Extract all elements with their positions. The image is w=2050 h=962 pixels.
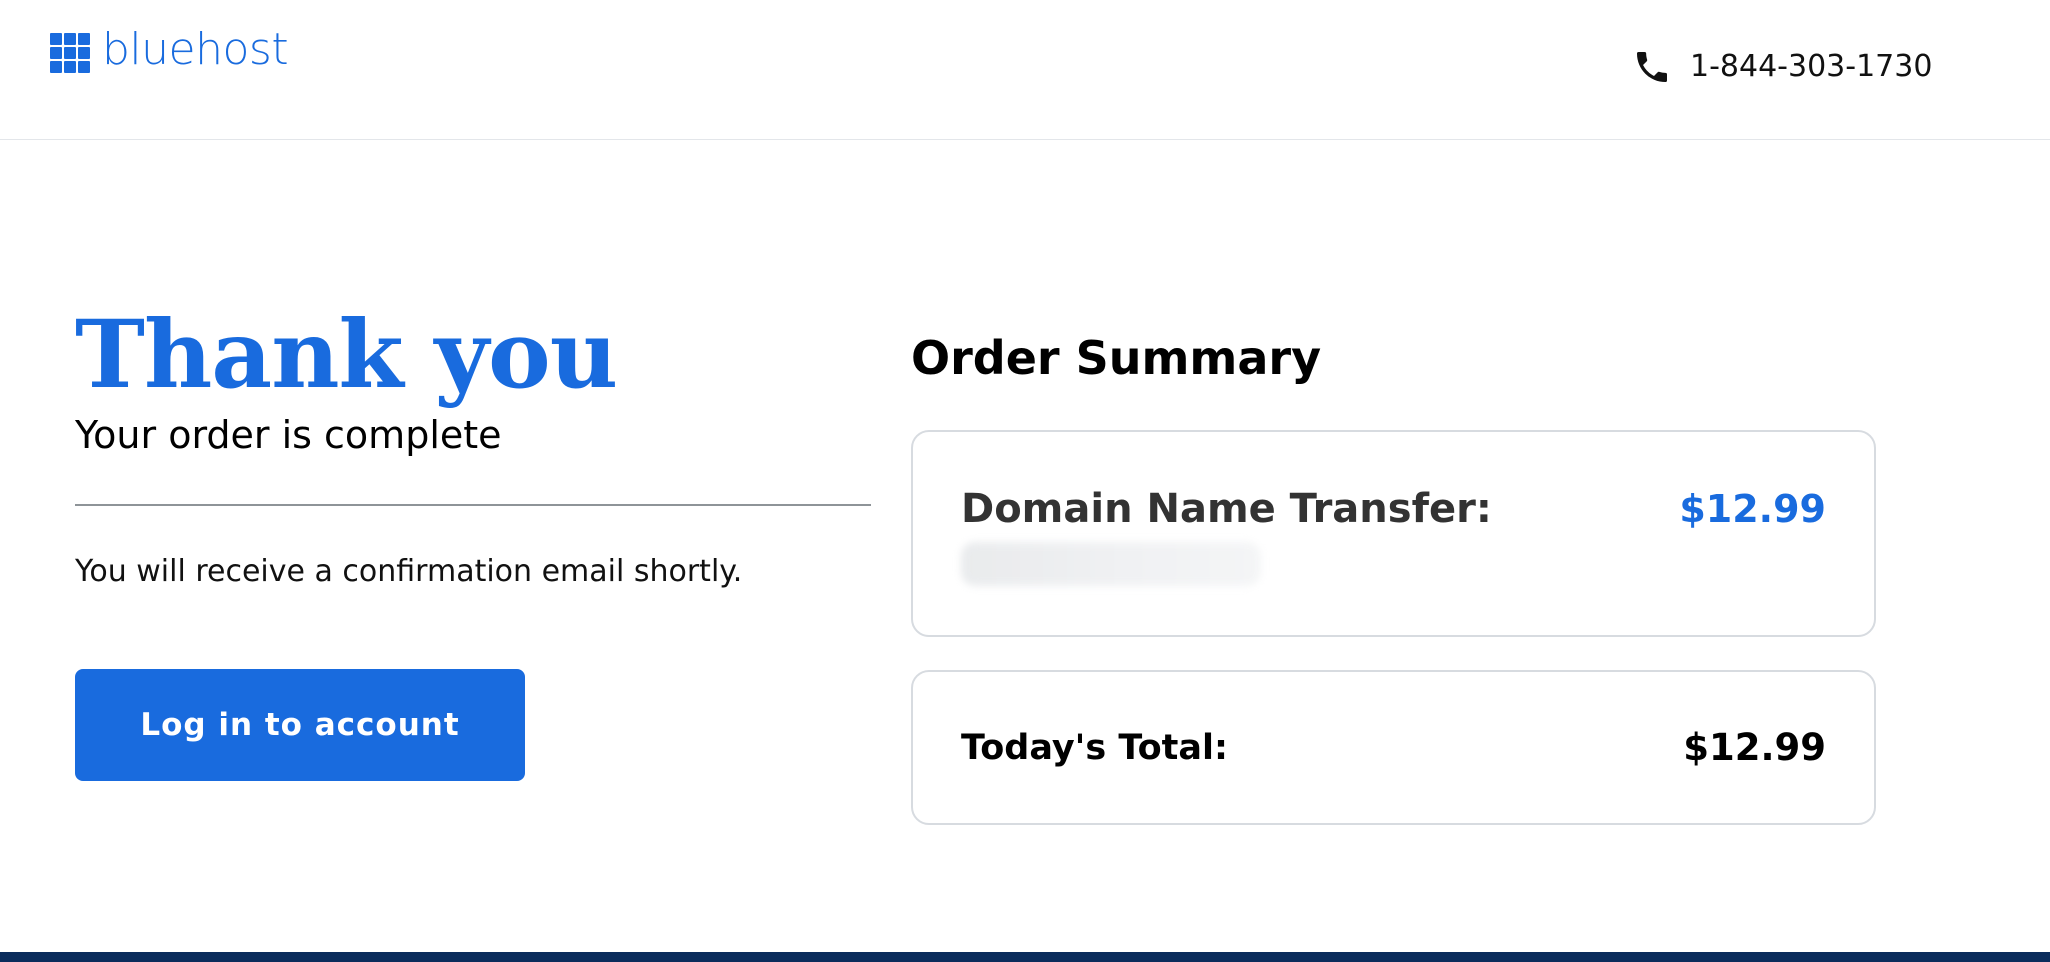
site-header: bluehost 1-844-303-1730 bbox=[0, 0, 2050, 140]
support-phone[interactable]: 1-844-303-1730 bbox=[1632, 47, 1932, 87]
order-item-label: Domain Name Transfer: bbox=[961, 486, 1492, 532]
divider bbox=[75, 504, 871, 506]
order-summary-title: Order Summary bbox=[911, 331, 1322, 385]
order-summary-section: Order Summary Domain Name Transfer: $12.… bbox=[911, 325, 1876, 825]
phone-icon bbox=[1637, 52, 1667, 82]
redacted-domain-name bbox=[961, 542, 1261, 586]
order-total-card: Today's Total: $12.99 bbox=[911, 670, 1876, 825]
page-title: Thank you bbox=[75, 300, 618, 410]
order-item-card: Domain Name Transfer: $12.99 bbox=[911, 430, 1876, 637]
login-button[interactable]: Log in to account bbox=[75, 669, 525, 781]
total-price: $12.99 bbox=[1683, 726, 1826, 769]
brand-name: bluehost bbox=[102, 24, 289, 75]
grid-logo-icon bbox=[50, 33, 90, 73]
order-complete-subtitle: Your order is complete bbox=[75, 413, 502, 457]
phone-number: 1-844-303-1730 bbox=[1690, 49, 1933, 84]
order-item-price: $12.99 bbox=[1679, 487, 1826, 531]
thank-you-section: Thank you Your order is complete You wil… bbox=[75, 300, 871, 781]
bluehost-logo[interactable]: bluehost bbox=[50, 28, 289, 73]
total-label: Today's Total: bbox=[961, 728, 1229, 768]
footer-bar bbox=[0, 952, 2050, 962]
confirmation-message: You will receive a confirmation email sh… bbox=[75, 554, 743, 589]
